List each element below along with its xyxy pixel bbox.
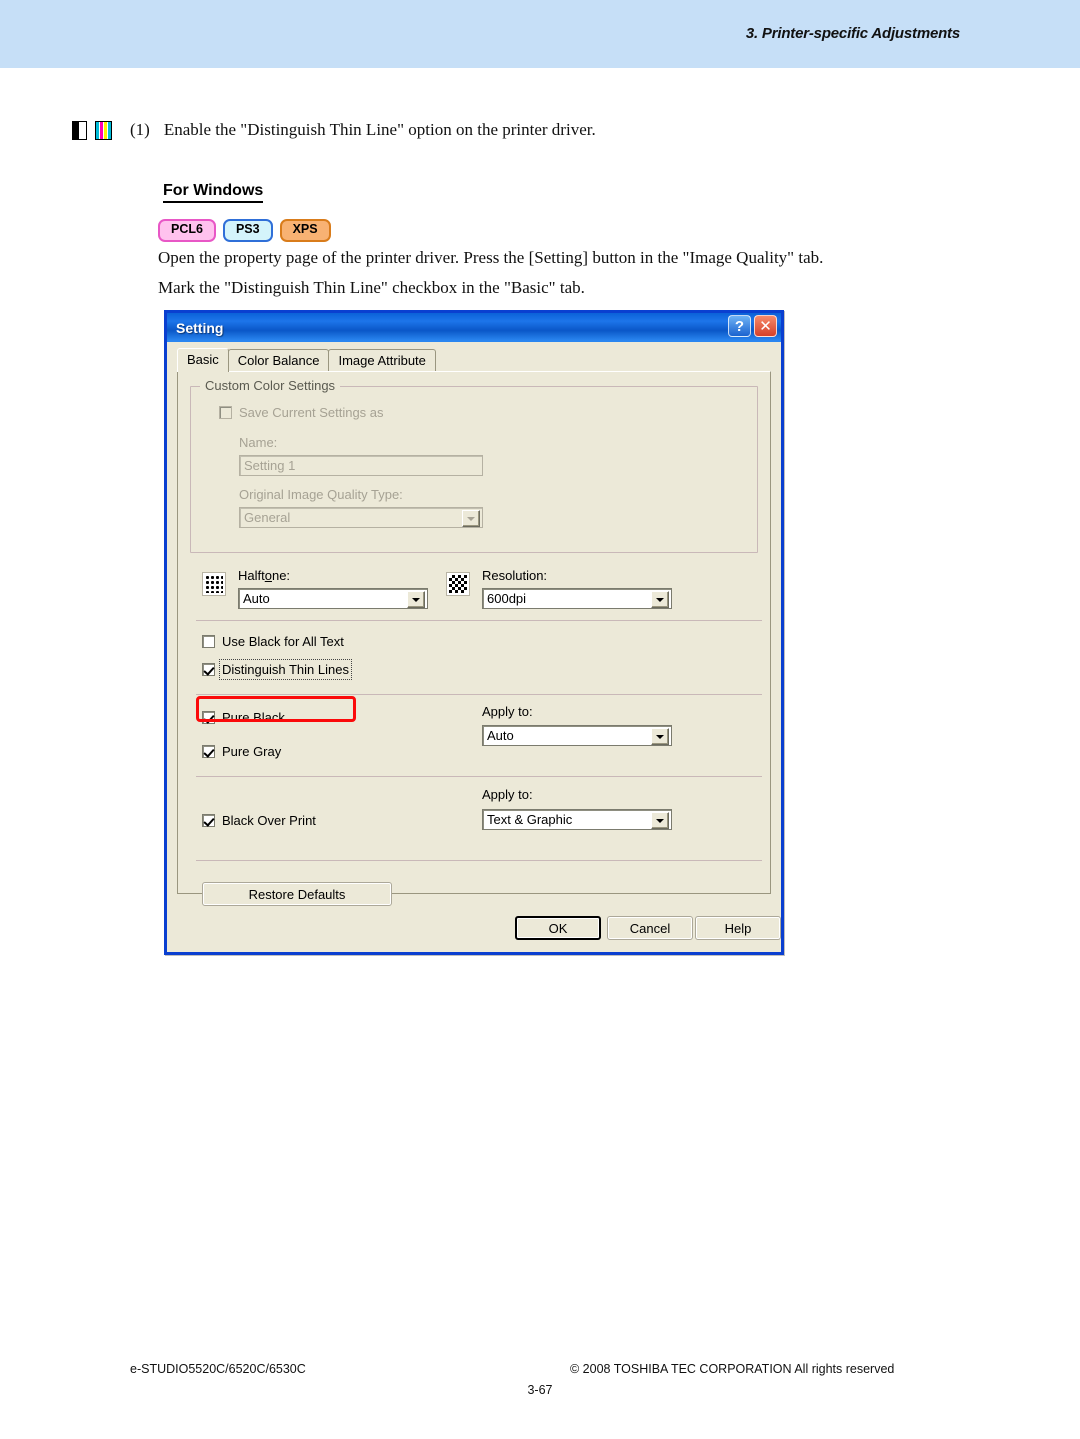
save-current-settings-row[interactable]: Save Current Settings as bbox=[219, 405, 384, 420]
cmy-swatch-icon bbox=[95, 120, 112, 140]
original-image-quality-combo[interactable]: General bbox=[239, 507, 483, 528]
tab-page-basic: Custom Color Settings Save Current Setti… bbox=[177, 371, 771, 906]
distinguish-thin-lines-row[interactable]: Distinguish Thin Lines bbox=[202, 659, 352, 680]
halftone-label: HalftoHalftone:ne: bbox=[238, 568, 291, 583]
help-button[interactable]: Help bbox=[695, 916, 781, 940]
footer-model: e-STUDIO5520C/6520C/6530C bbox=[130, 1362, 306, 1376]
chevron-down-icon[interactable] bbox=[462, 510, 480, 527]
black-over-print-row[interactable]: Black Over Print bbox=[202, 813, 316, 828]
driver-badge-list: PCL6 PS3 XPS bbox=[158, 219, 331, 242]
resolution-checker-pattern bbox=[449, 575, 467, 593]
divider bbox=[196, 860, 762, 861]
apply-to-label-2: Apply to: bbox=[482, 787, 533, 802]
chevron-down-icon[interactable] bbox=[651, 812, 669, 829]
titlebar-buttons: ? ✕ bbox=[728, 315, 777, 337]
help-icon[interactable]: ? bbox=[728, 315, 751, 337]
distinguish-thin-lines-label: Distinguish Thin Lines bbox=[219, 659, 352, 680]
bw-swatch-icon bbox=[72, 120, 87, 140]
halftone-dots-pattern bbox=[205, 575, 223, 593]
resolution-combo[interactable]: 600dpi bbox=[482, 588, 672, 609]
original-image-quality-label: Original Image Quality Type: bbox=[239, 487, 403, 502]
chevron-down-icon[interactable] bbox=[407, 591, 425, 608]
chevron-down-icon[interactable] bbox=[651, 591, 669, 608]
pure-black-row[interactable]: Pure Black bbox=[202, 710, 285, 725]
distinguish-thin-lines-checkbox[interactable] bbox=[202, 663, 215, 676]
section-heading: For Windows bbox=[163, 182, 264, 203]
divider bbox=[196, 776, 762, 777]
apply-to-value-1: Auto bbox=[487, 728, 514, 743]
chapter-title: 3. Printer-specific Adjustments bbox=[745, 25, 960, 42]
chevron-down-icon[interactable] bbox=[651, 728, 669, 745]
name-label: Name: bbox=[239, 435, 278, 450]
black-over-print-checkbox[interactable] bbox=[202, 814, 215, 827]
name-input[interactable]: Setting 1 bbox=[239, 455, 483, 476]
step-number: (1) bbox=[130, 120, 150, 139]
badge-xps: XPS bbox=[279, 219, 331, 242]
close-icon[interactable]: ✕ bbox=[754, 315, 777, 337]
apply-to-combo-1[interactable]: Auto bbox=[482, 725, 672, 746]
resolution-label: Resolution: bbox=[482, 568, 548, 583]
setting-dialog: Setting ? ✕ Basic Color Balance Image At… bbox=[164, 310, 784, 955]
tab-image-attribute[interactable]: Image Attribute bbox=[328, 349, 436, 372]
instruction-paragraph-1: Open the property page of the printer dr… bbox=[158, 248, 824, 267]
step-text: Enable the "Distinguish Thin Line" optio… bbox=[163, 120, 596, 139]
divider bbox=[196, 694, 762, 695]
cancel-button[interactable]: Cancel bbox=[607, 916, 693, 940]
halftone-dots-icon bbox=[202, 572, 226, 596]
footer-copyright: © 2008 TOSHIBA TEC CORPORATION All right… bbox=[570, 1362, 895, 1376]
step-row: (1) Enable the "Distinguish Thin Line" o… bbox=[72, 120, 596, 140]
tab-color-balance[interactable]: Color Balance bbox=[227, 349, 330, 372]
apply-to-label-1: Apply to: bbox=[482, 704, 533, 719]
black-over-print-label: Black Over Print bbox=[222, 813, 316, 828]
badge-ps3: PS3 bbox=[222, 219, 273, 242]
use-black-for-all-text-row[interactable]: Use Black for All Text bbox=[202, 634, 344, 649]
instruction-paragraph-2: Mark the "Distinguish Thin Line" checkbo… bbox=[158, 278, 585, 297]
restore-defaults-button[interactable]: Restore Defaults bbox=[202, 882, 392, 906]
save-current-settings-label: Save Current Settings as bbox=[239, 405, 384, 420]
pure-black-label: Pure Black bbox=[222, 710, 285, 725]
tab-strip: Basic Color Balance Image Attribute bbox=[177, 348, 771, 372]
resolution-value: 600dpi bbox=[487, 591, 527, 606]
apply-to-value-2: Text & Graphic bbox=[487, 812, 573, 827]
pure-black-checkbox[interactable] bbox=[202, 711, 215, 724]
save-current-settings-checkbox[interactable] bbox=[219, 406, 232, 419]
ok-button[interactable]: OK bbox=[515, 916, 601, 940]
dialog-titlebar[interactable]: Setting ? ✕ bbox=[167, 313, 781, 342]
resolution-checker-icon bbox=[446, 572, 470, 596]
badge-pcl6: PCL6 bbox=[158, 219, 216, 242]
use-black-for-all-text-label: Use Black for All Text bbox=[222, 634, 344, 649]
name-input-value: Setting 1 bbox=[244, 458, 296, 473]
apply-to-combo-2[interactable]: Text & Graphic bbox=[482, 809, 672, 830]
original-image-quality-value: General bbox=[244, 510, 291, 525]
custom-color-settings-group: Custom Color Settings Save Current Setti… bbox=[190, 378, 758, 553]
tab-basic[interactable]: Basic bbox=[177, 348, 229, 372]
footer-page-number: 3-67 bbox=[527, 1383, 553, 1397]
pure-gray-checkbox[interactable] bbox=[202, 745, 215, 758]
halftone-value: Auto bbox=[243, 591, 270, 606]
pure-gray-label: Pure Gray bbox=[222, 744, 282, 759]
group-legend: Custom Color Settings bbox=[200, 378, 341, 393]
pure-gray-row[interactable]: Pure Gray bbox=[202, 744, 281, 759]
halftone-combo[interactable]: Auto bbox=[238, 588, 428, 609]
divider bbox=[196, 620, 762, 621]
use-black-for-all-text-checkbox[interactable] bbox=[202, 635, 215, 648]
dialog-title: Setting bbox=[176, 319, 224, 336]
